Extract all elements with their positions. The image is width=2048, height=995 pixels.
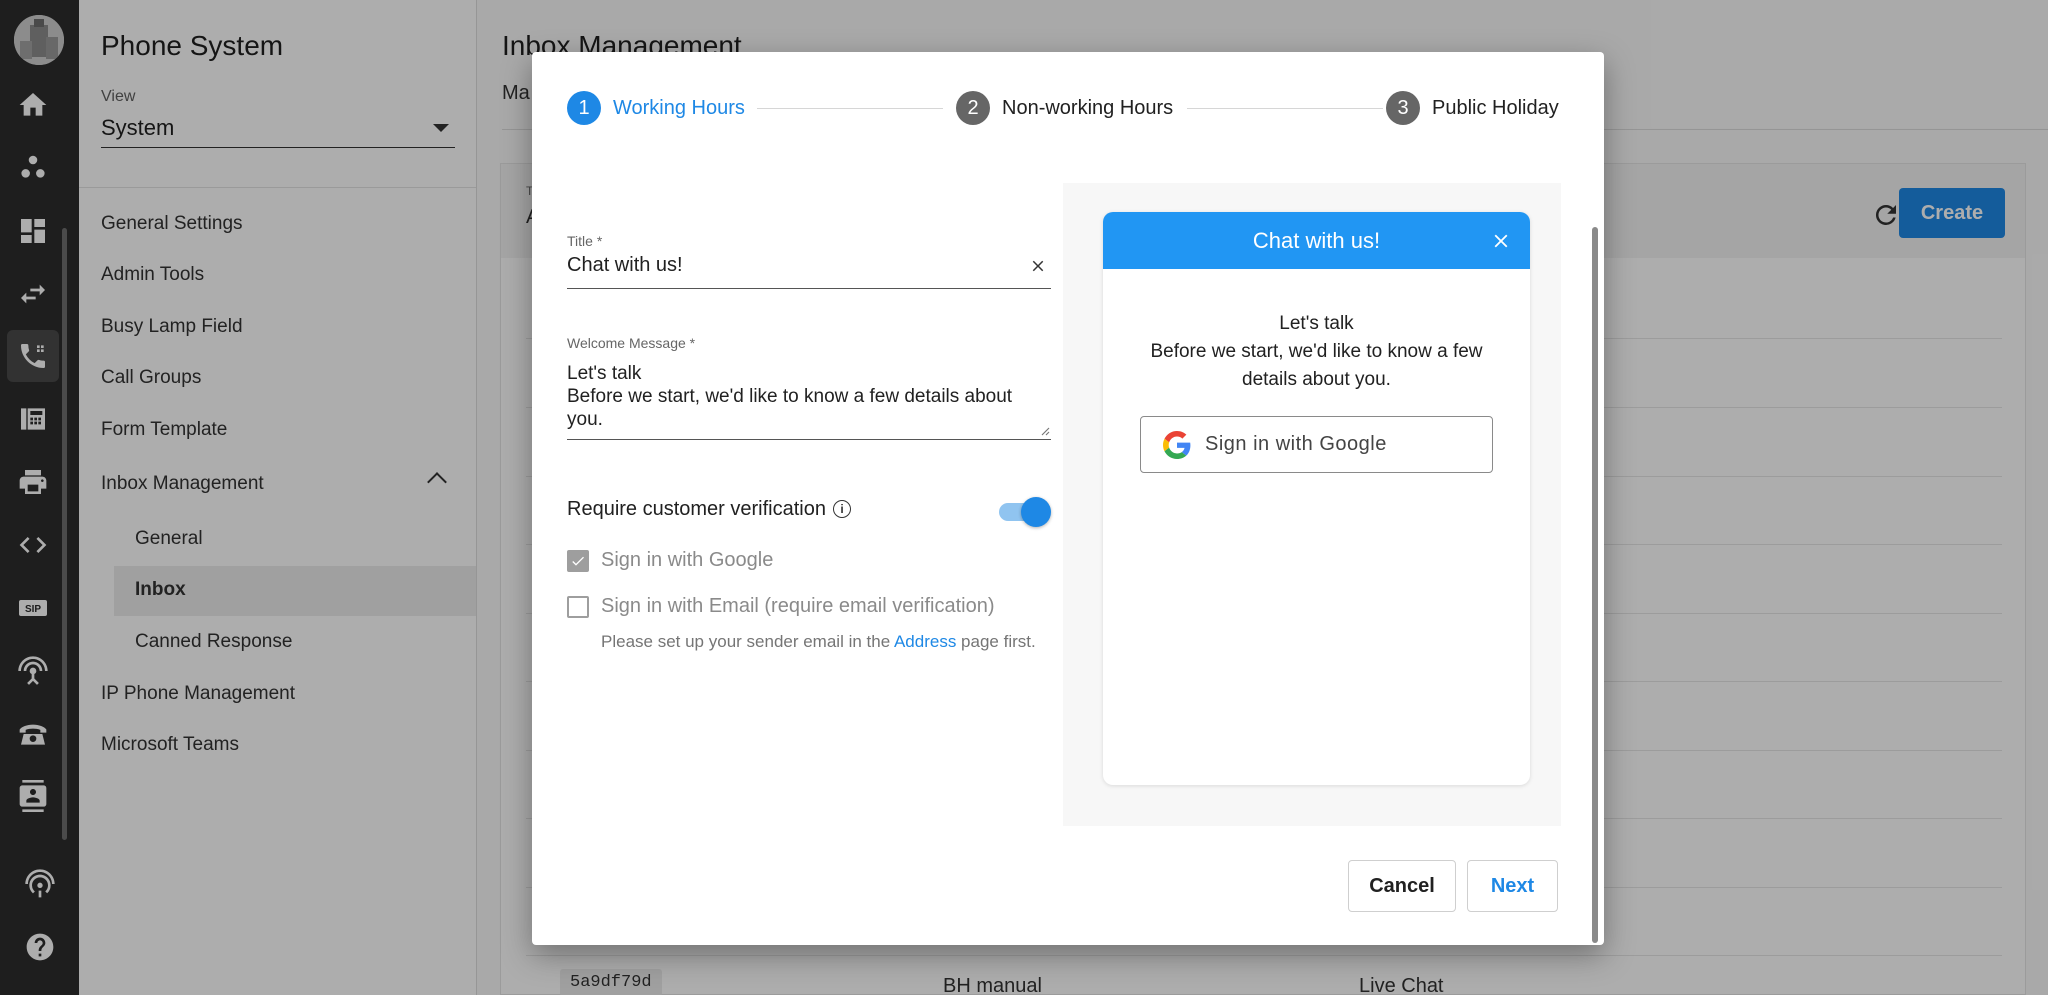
info-icon[interactable]: i	[833, 500, 851, 518]
google-option[interactable]: Sign in with Google	[567, 549, 773, 572]
widget-message: Let's talk Before we start, we'd like to…	[1133, 310, 1500, 394]
hint-text: Please set up your sender email in the	[601, 632, 894, 651]
stepper: 1 Working Hours 2 Non-working Hours 3 Pu…	[567, 91, 1568, 129]
google-signin-label: Sign in with Google	[1205, 433, 1387, 455]
close-icon	[1494, 234, 1508, 248]
title-input-value: Chat with us!	[567, 254, 683, 276]
title-input[interactable]: Chat with us!	[567, 252, 1051, 289]
welcome-message-textarea[interactable]: Let's talk Before we start, we'd like to…	[567, 362, 1051, 440]
step-label: Public Holiday	[1432, 96, 1559, 119]
dialog-scrollbar[interactable]	[1592, 227, 1598, 943]
welcome-line-2: Before we start, we'd like to know a few…	[567, 386, 1013, 430]
google-checkbox[interactable]	[567, 549, 589, 572]
address-link[interactable]: Address	[894, 632, 956, 651]
step-non-working-hours[interactable]: 2 Non-working Hours	[956, 91, 1173, 125]
verification-row: Require customer verification i	[567, 493, 1051, 527]
verification-label: Require customer verification	[567, 497, 826, 520]
toggle-thumb	[1021, 497, 1051, 527]
preview-panel: Chat with us! Let's talk Before we start…	[1063, 183, 1561, 826]
step-number: 3	[1386, 91, 1420, 125]
welcome-message-label: Welcome Message *	[567, 335, 696, 351]
step-public-holiday[interactable]: 3 Public Holiday	[1386, 91, 1559, 125]
widget-message-line-2: Before we start, we'd like to know a few…	[1150, 341, 1483, 390]
step-working-hours[interactable]: 1 Working Hours	[567, 91, 745, 125]
widget-message-line-1: Let's talk	[1279, 313, 1354, 334]
widget-header: Chat with us!	[1103, 212, 1530, 269]
email-hint: Please set up your sender email in the A…	[601, 632, 1036, 652]
inbox-dialog: 1 Working Hours 2 Non-working Hours 3 Pu…	[532, 52, 1604, 945]
email-checkbox[interactable]	[567, 595, 589, 618]
chat-widget-preview: Chat with us! Let's talk Before we start…	[1103, 212, 1530, 785]
step-label: Working Hours	[613, 96, 745, 119]
step-number: 1	[567, 91, 601, 125]
verification-toggle[interactable]	[999, 495, 1051, 527]
google-signin-button: Sign in with Google	[1140, 416, 1493, 473]
next-button[interactable]: Next	[1467, 860, 1558, 912]
step-number: 2	[956, 91, 990, 125]
check-icon	[572, 556, 584, 566]
hint-text-end: page first.	[956, 632, 1036, 651]
step-connector	[757, 108, 943, 109]
email-option-label: Sign in with Email (require email verifi…	[601, 595, 995, 617]
google-logo-icon	[1163, 430, 1191, 459]
cancel-button[interactable]: Cancel	[1348, 860, 1456, 912]
email-option[interactable]: Sign in with Email (require email verifi…	[567, 595, 994, 618]
resize-handle-icon[interactable]	[1040, 426, 1050, 436]
step-label: Non-working Hours	[1002, 96, 1174, 119]
google-option-label: Sign in with Google	[601, 549, 774, 571]
widget-title: Chat with us!	[1252, 227, 1381, 253]
welcome-line-1: Let's talk	[567, 363, 642, 384]
clear-icon[interactable]	[1029, 257, 1047, 275]
step-connector	[1187, 108, 1383, 109]
title-label: Title *	[567, 233, 603, 249]
